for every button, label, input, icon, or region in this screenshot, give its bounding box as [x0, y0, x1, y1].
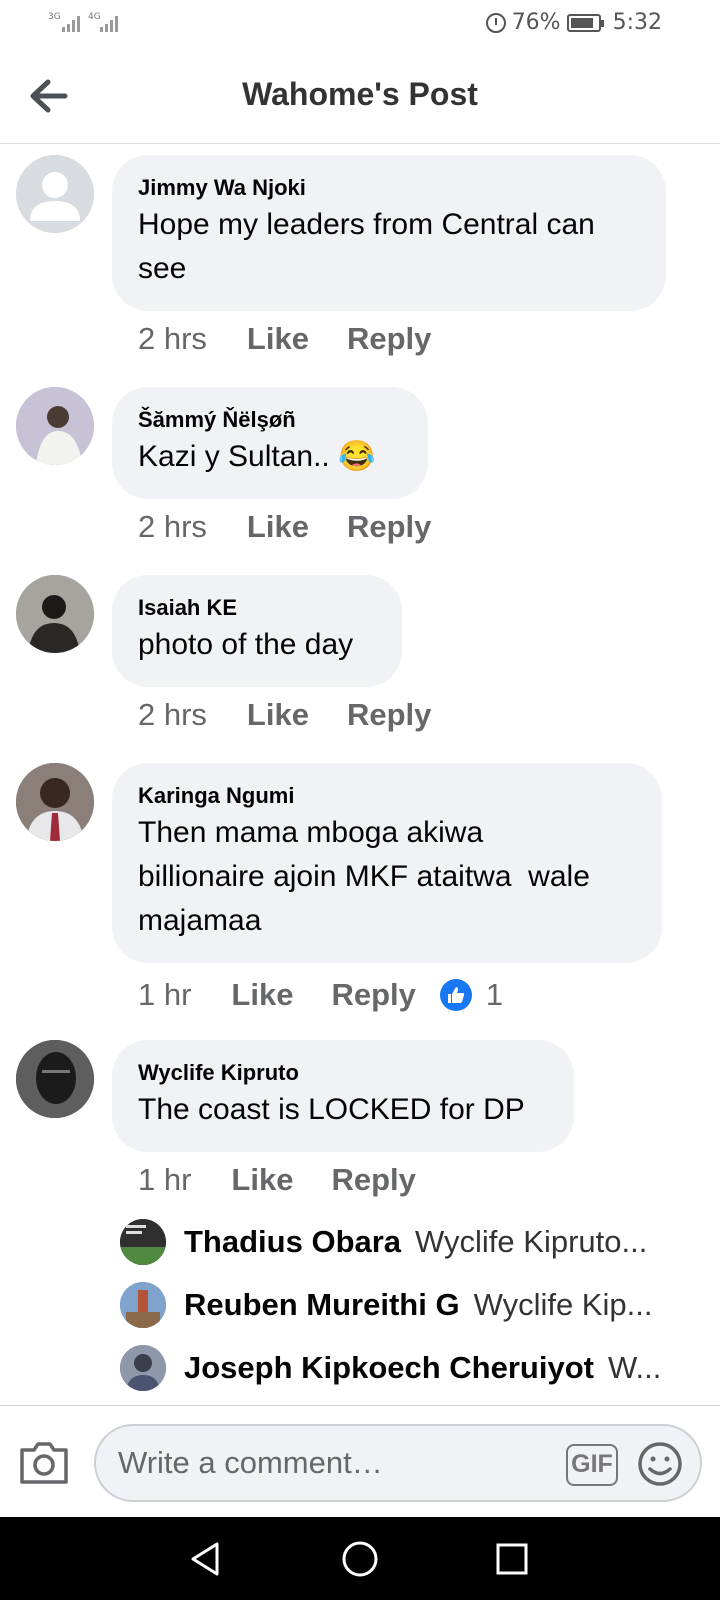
reply-button[interactable]: Reply: [347, 321, 431, 357]
profile-photo-icon: [120, 1282, 166, 1328]
alarm-icon: [485, 12, 506, 33]
avatar[interactable]: [16, 387, 94, 465]
reply-preview[interactable]: Thadius Obara Wyclife Kipruto...: [120, 1216, 680, 1268]
comment-author[interactable]: Karinga Ngumi: [138, 781, 636, 811]
header: Wahome's Post: [0, 48, 720, 144]
avatar[interactable]: [16, 763, 94, 841]
circle-home-icon: [342, 1541, 378, 1577]
reply-button[interactable]: Reply: [331, 977, 415, 1013]
back-nav-button[interactable]: [182, 1535, 230, 1583]
comment-bubble[interactable]: Isaiah KE photo of the day: [112, 575, 402, 687]
reply-preview[interactable]: Reuben Mureithi G Wyclife Kip...: [120, 1279, 680, 1331]
emoji-button[interactable]: [636, 1440, 684, 1488]
comment-bubble[interactable]: Jimmy Wa Njoki Hope my leaders from Cent…: [112, 155, 666, 311]
like-button[interactable]: Like: [231, 977, 293, 1013]
comment-text-line: Kazi y Sultan.. 😂: [138, 440, 376, 473]
reply-avatar: [120, 1282, 166, 1328]
profile-photo-icon: [16, 387, 94, 465]
signal-bars-icon: [100, 14, 118, 32]
reply-avatar: [120, 1345, 166, 1391]
comment-text-line: see: [138, 252, 187, 285]
comment-actions: 2 hrs Like Reply: [138, 507, 469, 547]
comment-author[interactable]: Wyclife Kipruto: [138, 1058, 548, 1088]
thumbs-up-icon[interactable]: [439, 979, 472, 1011]
avatar[interactable]: [16, 575, 94, 653]
signal-label-3g: 3G: [48, 12, 61, 22]
comment-text-line: photo of the day: [138, 628, 354, 661]
comment-text-line: The coast is LOCKED for DP: [138, 1093, 525, 1126]
reply-button[interactable]: Reply: [347, 509, 431, 545]
reply-preview[interactable]: Joseph Kipkoech Cheruiyot W...: [120, 1342, 680, 1394]
reaction-count[interactable]: 1: [486, 977, 503, 1013]
avatar[interactable]: [16, 155, 94, 233]
reply-text: W...: [607, 1350, 662, 1385]
camera-icon: [20, 1442, 68, 1484]
battery-icon: [566, 13, 604, 32]
comment-text-line: Then mama mboga akiwa: [138, 816, 484, 849]
comments-list[interactable]: Jimmy Wa Njoki Hope my leaders from Cent…: [0, 145, 720, 1405]
clock: 5:32: [612, 10, 662, 35]
reply-text: Wyclife Kipruto...: [415, 1224, 648, 1259]
signal-label-4g: 4G: [88, 12, 101, 22]
reply-author: Reuben Mureithi G: [184, 1287, 460, 1322]
page-title: Wahome's Post: [242, 76, 478, 112]
reply-button[interactable]: Reply: [331, 1162, 415, 1198]
avatar[interactable]: [16, 1040, 94, 1118]
comment-composer: Write a comment… GIF: [0, 1405, 720, 1517]
system-nav-bar: [0, 1517, 720, 1600]
status-bar: 3G 4G 76% 5:32: [0, 0, 720, 48]
comment-text-line: billionaire ajoin MKF ataitwa wale: [138, 860, 590, 893]
signal-bars-icon: [62, 14, 80, 32]
comment-bubble[interactable]: Wyclife Kipruto The coast is LOCKED for …: [112, 1040, 574, 1152]
comment-actions: 2 hrs Like Reply: [138, 695, 469, 735]
profile-photo-icon: [16, 763, 94, 841]
home-nav-button[interactable]: [336, 1535, 384, 1583]
default-avatar-icon: [16, 155, 94, 233]
like-button[interactable]: Like: [247, 321, 309, 357]
battery-percent: 76%: [511, 10, 561, 35]
triangle-back-icon: [191, 1542, 219, 1576]
thumbs-up-glyph: [447, 987, 464, 1003]
comment-author[interactable]: Isaiah KE: [138, 593, 376, 623]
reply-author: Joseph Kipkoech Cheruiyot: [184, 1350, 594, 1385]
recents-nav-button[interactable]: [488, 1535, 536, 1583]
profile-photo-icon: [120, 1345, 166, 1391]
camera-button[interactable]: [18, 1438, 70, 1486]
reply-author: Thadius Obara: [184, 1224, 402, 1259]
gif-button[interactable]: GIF: [566, 1444, 618, 1486]
comment-bubble[interactable]: Šămmý Ňëlşøñ Kazi y Sultan.. 😂: [112, 387, 428, 499]
comment-actions: 1 hr Like Reply 1: [138, 975, 503, 1015]
comment-author[interactable]: Šămmý Ňëlşøñ: [138, 405, 402, 435]
comment-time: 2 hrs: [138, 321, 207, 356]
comment-time: 2 hrs: [138, 509, 207, 544]
reply-button[interactable]: Reply: [347, 697, 431, 733]
comment-actions: 2 hrs Like Reply: [138, 319, 469, 359]
status-indicators: 76% 5:32: [485, 10, 662, 35]
profile-photo-icon: [120, 1219, 166, 1265]
like-button[interactable]: Like: [247, 697, 309, 733]
reply-avatar: [120, 1219, 166, 1265]
profile-photo-icon: [16, 575, 94, 653]
like-button[interactable]: Like: [247, 509, 309, 545]
comment-text-line: majamaa: [138, 904, 262, 937]
comment-time: 2 hrs: [138, 697, 207, 732]
profile-photo-icon: [16, 1040, 94, 1118]
smiley-icon: [638, 1442, 682, 1486]
comment-bubble[interactable]: Karinga Ngumi Then mama mboga akiwa bill…: [112, 763, 662, 963]
like-button[interactable]: Like: [231, 1162, 293, 1198]
comment-time: 1 hr: [138, 1162, 192, 1197]
comment-author[interactable]: Jimmy Wa Njoki: [138, 173, 640, 203]
comment-time: 1 hr: [138, 977, 192, 1012]
square-recents-icon: [496, 1543, 528, 1575]
comment-text-line: Hope my leaders from Central can: [138, 208, 595, 241]
comment-actions: 1 hr Like Reply: [138, 1160, 454, 1200]
reply-text: Wyclife Kip...: [473, 1287, 653, 1322]
